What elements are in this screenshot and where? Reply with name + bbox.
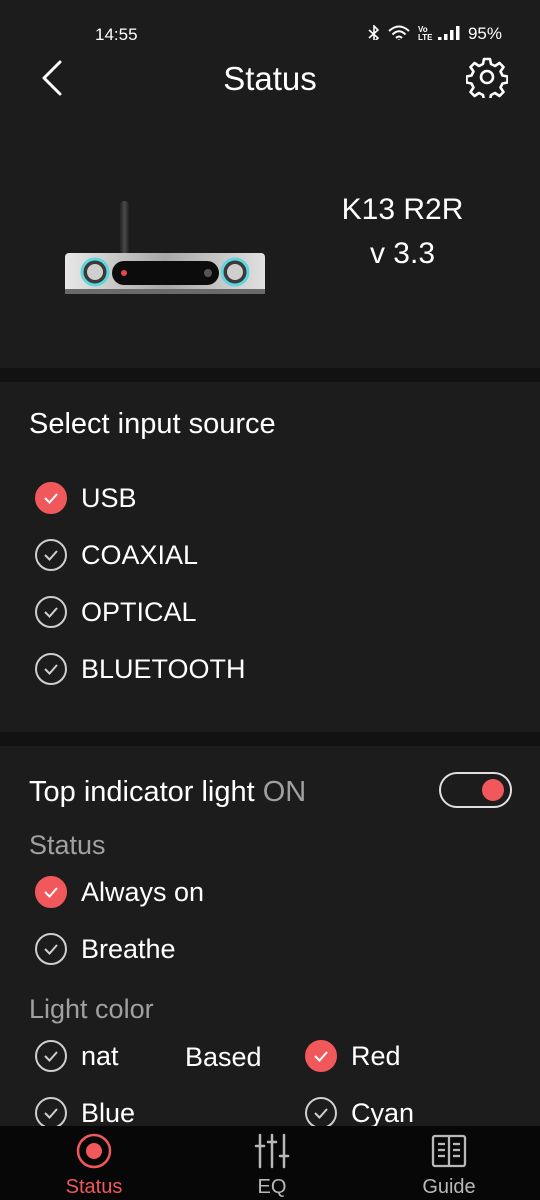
input-option-label: BLUETOOTH bbox=[81, 653, 246, 684]
dac-device-image bbox=[65, 201, 265, 294]
device-info: K13 R2R v 3.3 bbox=[300, 188, 505, 276]
check-circle-icon bbox=[35, 1097, 67, 1126]
check-circle-icon bbox=[35, 653, 67, 685]
input-source-title: Select input source bbox=[29, 408, 276, 440]
equalizer-sliders-icon bbox=[254, 1133, 290, 1169]
input-option-coaxial[interactable]: COAXIAL bbox=[35, 539, 198, 571]
color-option-red[interactable]: Red bbox=[305, 1040, 401, 1072]
nav-tab-status[interactable]: Status bbox=[4, 1126, 184, 1200]
check-circle-icon bbox=[35, 539, 67, 571]
indicator-light-title: Top indicator light ON bbox=[29, 776, 306, 809]
check-circle-icon bbox=[35, 596, 67, 628]
status-subheading: Status bbox=[29, 830, 106, 860]
check-circle-icon bbox=[35, 1040, 67, 1072]
input-option-label: USB bbox=[81, 482, 137, 513]
status-option-always-on[interactable]: Always on bbox=[35, 876, 204, 908]
firmware-version: v 3.3 bbox=[369, 237, 436, 270]
settings-button[interactable] bbox=[465, 56, 509, 102]
gear-icon bbox=[465, 57, 509, 102]
nav-label: Guide bbox=[422, 1176, 476, 1198]
record-icon bbox=[76, 1133, 112, 1169]
bottom-navigation: Status EQ Guide bbox=[0, 1126, 540, 1200]
color-option-label: Red bbox=[351, 1040, 401, 1071]
nav-tab-eq[interactable]: EQ bbox=[182, 1126, 362, 1200]
status-option-label: Breathe bbox=[81, 933, 176, 964]
indicator-light-label: Top indicator light bbox=[29, 776, 255, 808]
indicator-light-card: Top indicator light ON Status Always on … bbox=[0, 746, 540, 1126]
color-option-label: Cyan bbox=[351, 1097, 415, 1127]
input-option-usb[interactable]: USB bbox=[35, 482, 137, 514]
color-option-label: Blue bbox=[81, 1097, 136, 1127]
device-model: K13 R2R bbox=[341, 193, 464, 226]
input-option-bluetooth[interactable]: BLUETOOTH bbox=[35, 653, 246, 685]
device-panel: K13 R2R v 3.3 bbox=[0, 120, 540, 368]
nav-tab-guide[interactable]: Guide bbox=[359, 1126, 539, 1200]
indicator-light-state: ON bbox=[262, 776, 307, 808]
check-circle-icon bbox=[305, 1040, 337, 1072]
check-circle-icon bbox=[35, 482, 67, 514]
nav-label: EQ bbox=[257, 1176, 287, 1198]
check-circle-icon bbox=[35, 933, 67, 965]
input-option-optical[interactable]: OPTICAL bbox=[35, 596, 197, 628]
input-source-card: Select input source USB COAXIAL OPTICAL … bbox=[0, 382, 540, 732]
check-circle-icon bbox=[305, 1097, 337, 1126]
based-text: Based bbox=[185, 1042, 262, 1072]
check-circle-icon bbox=[35, 876, 67, 908]
input-option-label: COAXIAL bbox=[81, 539, 199, 570]
color-option-nat[interactable]: nat bbox=[35, 1040, 119, 1072]
indicator-light-toggle[interactable] bbox=[439, 772, 512, 808]
status-option-breathe[interactable]: Breathe bbox=[35, 933, 176, 965]
app-header: Status bbox=[0, 40, 540, 120]
light-color-subheading: Light color bbox=[29, 994, 154, 1024]
color-option-label: nat bbox=[81, 1040, 119, 1071]
book-icon bbox=[431, 1134, 467, 1168]
nav-label: Status bbox=[65, 1176, 123, 1198]
color-option-cyan[interactable]: Cyan bbox=[305, 1097, 414, 1126]
color-option-blue[interactable]: Blue bbox=[35, 1097, 135, 1126]
input-option-label: OPTICAL bbox=[81, 596, 197, 627]
toggle-knob bbox=[482, 779, 504, 801]
status-option-label: Always on bbox=[81, 876, 205, 907]
page-title: Status bbox=[223, 60, 317, 97]
